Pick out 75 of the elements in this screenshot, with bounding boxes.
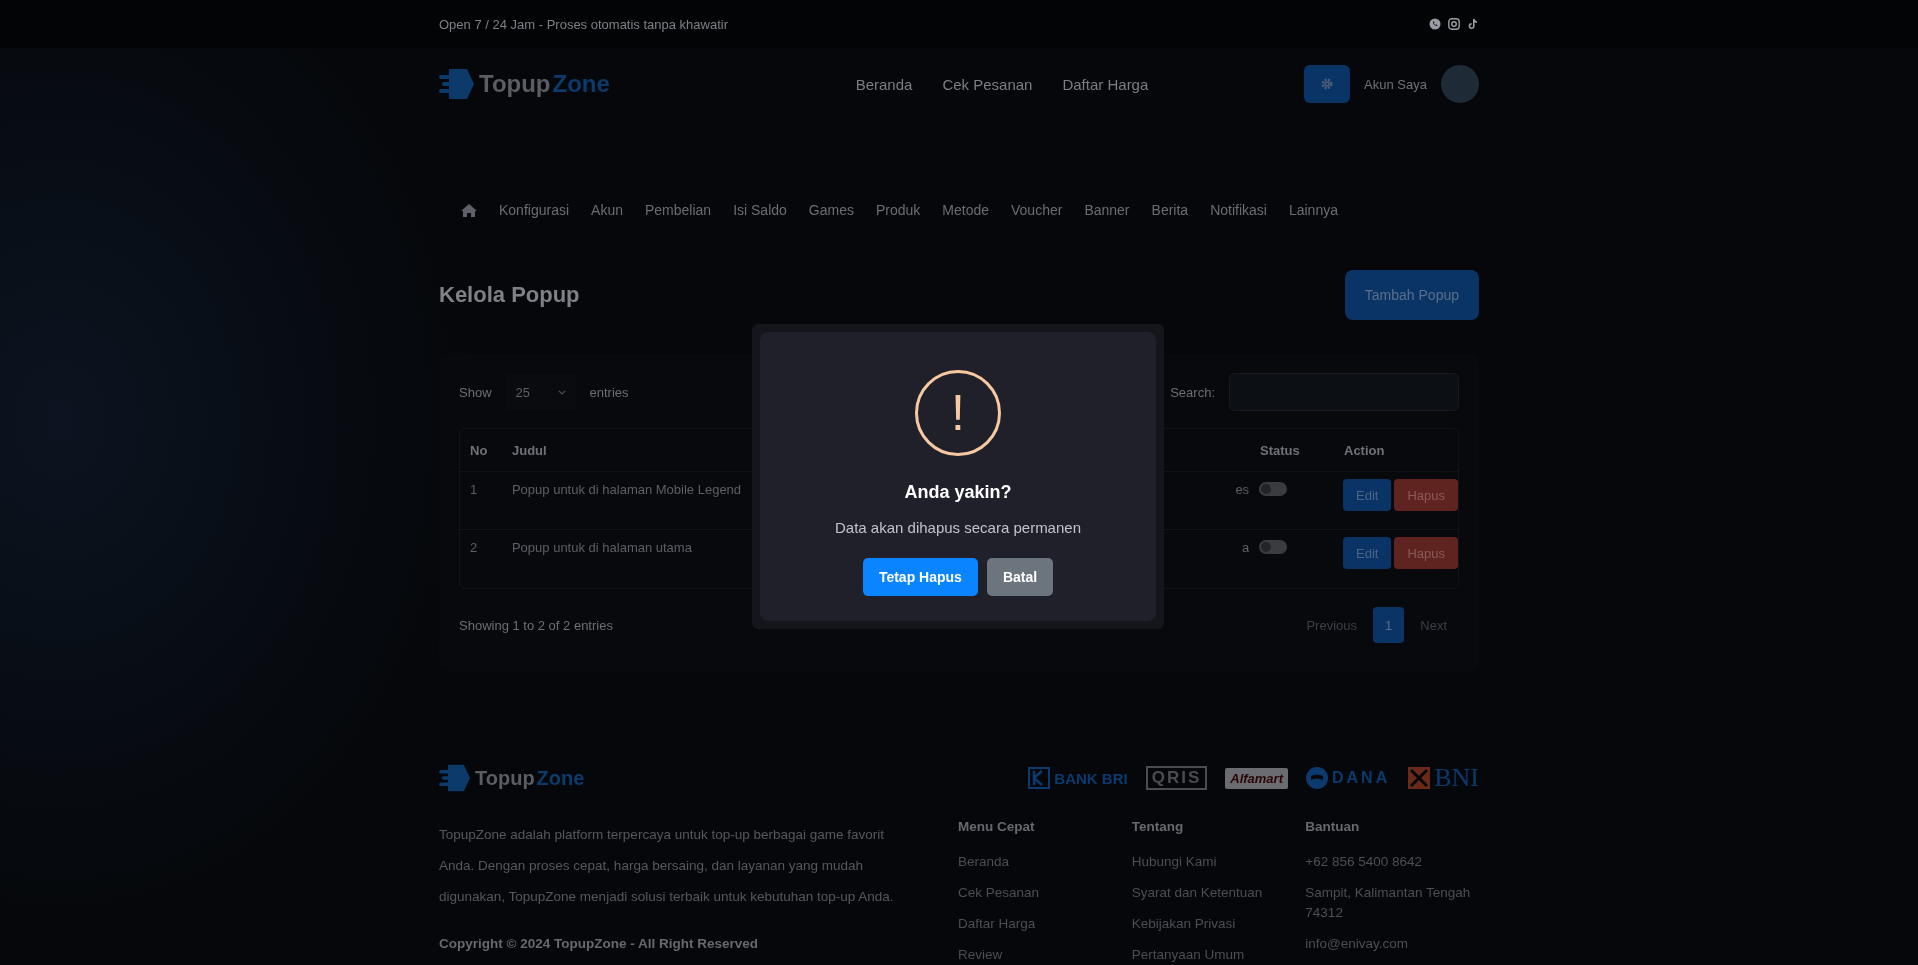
status-toggle[interactable] [1259, 540, 1288, 554]
footer-description: TopupZone adalah platform terpercaya untuk top-up berbagai game favorit Anda. Dengan proses cepat, harga bersaing, dan layanan yang mudah digunakan, TopupZone menjadi solusi terbaik untuk kebutuhan top-up Anda. [439, 826, 895, 906]
settings-button[interactable] [1304, 65, 1351, 103]
table-cell-text: 1 [469, 482, 479, 497]
footer-link[interactable]: info@enivay.com [1305, 934, 1479, 954]
admin-menu-item[interactable]: Games [808, 202, 854, 218]
admin-menu-item[interactable]: Banner [1084, 202, 1130, 218]
bank-logo: BNI [1408, 763, 1479, 793]
show-label: Show [459, 384, 492, 400]
edit-button[interactable]: Edit [1343, 537, 1392, 569]
table-cell: es [1235, 482, 1250, 497]
footer-logo[interactable]: TopupZone [439, 763, 585, 793]
footer-link[interactable]: Pertanyaan Umum [1131, 945, 1306, 965]
pagination-button[interactable]: Previous [1294, 607, 1370, 643]
payment-logo: QRIS [1145, 766, 1208, 790]
table-cell-text: 2 [469, 540, 479, 555]
nav-link[interactable]: Daftar Harga [1062, 75, 1149, 93]
footer-link[interactable]: Syarat dan Ketentuan [1131, 883, 1306, 903]
admin-menu-item[interactable]: Konfigurasi [499, 202, 570, 218]
admin-menu-item[interactable]: Isi Saldo [733, 202, 787, 218]
dialog-title: Anda yakin? [904, 482, 1012, 503]
account-label[interactable]: Akun Saya [1364, 76, 1427, 92]
dialog-message: Data akan dihapus secara permanen [835, 519, 1081, 536]
chevron-icon [557, 389, 566, 395]
column-header: Status [1260, 442, 1301, 458]
settings-icon [1321, 78, 1334, 90]
footer-link[interactable]: Review [958, 945, 1132, 965]
admin-menu-item[interactable]: Berita [1151, 202, 1189, 218]
page-title: Kelola Popup [439, 282, 580, 308]
pagination-button[interactable]: Next [1408, 607, 1459, 643]
nav-link[interactable]: Cek Pesanan [942, 75, 1033, 93]
copyright-text: Copyright © 2024 TopupZone - All Right Reserved [439, 936, 759, 951]
footer-link[interactable]: Kebijakan Privasi [1131, 914, 1306, 934]
home-icon[interactable] [461, 203, 477, 217]
footer-link[interactable]: Daftar Harga [958, 914, 1132, 934]
admin-menu-item[interactable]: Voucher [1011, 202, 1063, 218]
search-label: Search: [1170, 384, 1215, 400]
table-info: Showing 1 to 2 of 2 entries [459, 617, 613, 633]
instagram-icon[interactable] [1448, 18, 1460, 30]
footer-heading: Tentang [1131, 819, 1185, 834]
admin-menu-item[interactable]: Lainnya [1288, 202, 1338, 218]
column-header: No [469, 442, 489, 458]
announcement-text: Open 7 / 24 Jam - Proses otomatis tanpa khawatir [439, 16, 729, 32]
admin-menu-item[interactable]: Akun [591, 202, 623, 218]
footer-link[interactable]: Hubungi Kami [1131, 852, 1306, 872]
footer-link[interactable]: Cek Pesanan [958, 883, 1132, 903]
nav-link[interactable]: Beranda [855, 75, 913, 93]
footer-link[interactable]: +62 856 5400 8642 [1305, 852, 1479, 872]
confirm-delete-button[interactable]: Tetap Hapus [862, 558, 978, 596]
warning-icon: ! [915, 370, 1001, 456]
tiktok-icon[interactable] [1467, 18, 1479, 30]
admin-menu-item[interactable]: Metode [942, 202, 989, 218]
logo[interactable]: TopupZone [439, 67, 610, 101]
table-cell: Popup untuk di halaman utama [511, 540, 692, 555]
table-cell: a [1241, 540, 1250, 555]
footer-link[interactable]: Sampit, Kalimantan Tengah 74312 [1305, 883, 1479, 923]
column-header: Action [1344, 442, 1386, 458]
footer-heading: Bantuan [1305, 819, 1361, 834]
whatsapp-icon[interactable] [1429, 18, 1441, 30]
edit-button[interactable]: Edit [1343, 479, 1392, 511]
cancel-button[interactable]: Batal [986, 558, 1054, 596]
admin-menu-item[interactable]: Notifikasi [1210, 202, 1267, 218]
footer-link[interactable]: Beranda [958, 852, 1132, 872]
admin-menu-item[interactable]: Produk [875, 202, 921, 218]
footer-heading: Menu Cepat [958, 819, 1036, 834]
pagination-button[interactable]: 1 [1373, 607, 1405, 643]
bank-logo: BANK BRI [1028, 767, 1128, 789]
entries-label: entries [589, 384, 629, 400]
admin-menu-item[interactable]: Pembelian [644, 202, 712, 218]
status-toggle[interactable] [1259, 482, 1288, 496]
column-header: Judul [512, 442, 548, 458]
wallet-logo: DANA [1306, 767, 1391, 789]
table-cell: Popup untuk di halaman Mobile Legend [511, 482, 742, 497]
add-popup-button[interactable]: Tambah Popup [1344, 270, 1479, 320]
store-logo: Alfamart [1225, 767, 1288, 789]
